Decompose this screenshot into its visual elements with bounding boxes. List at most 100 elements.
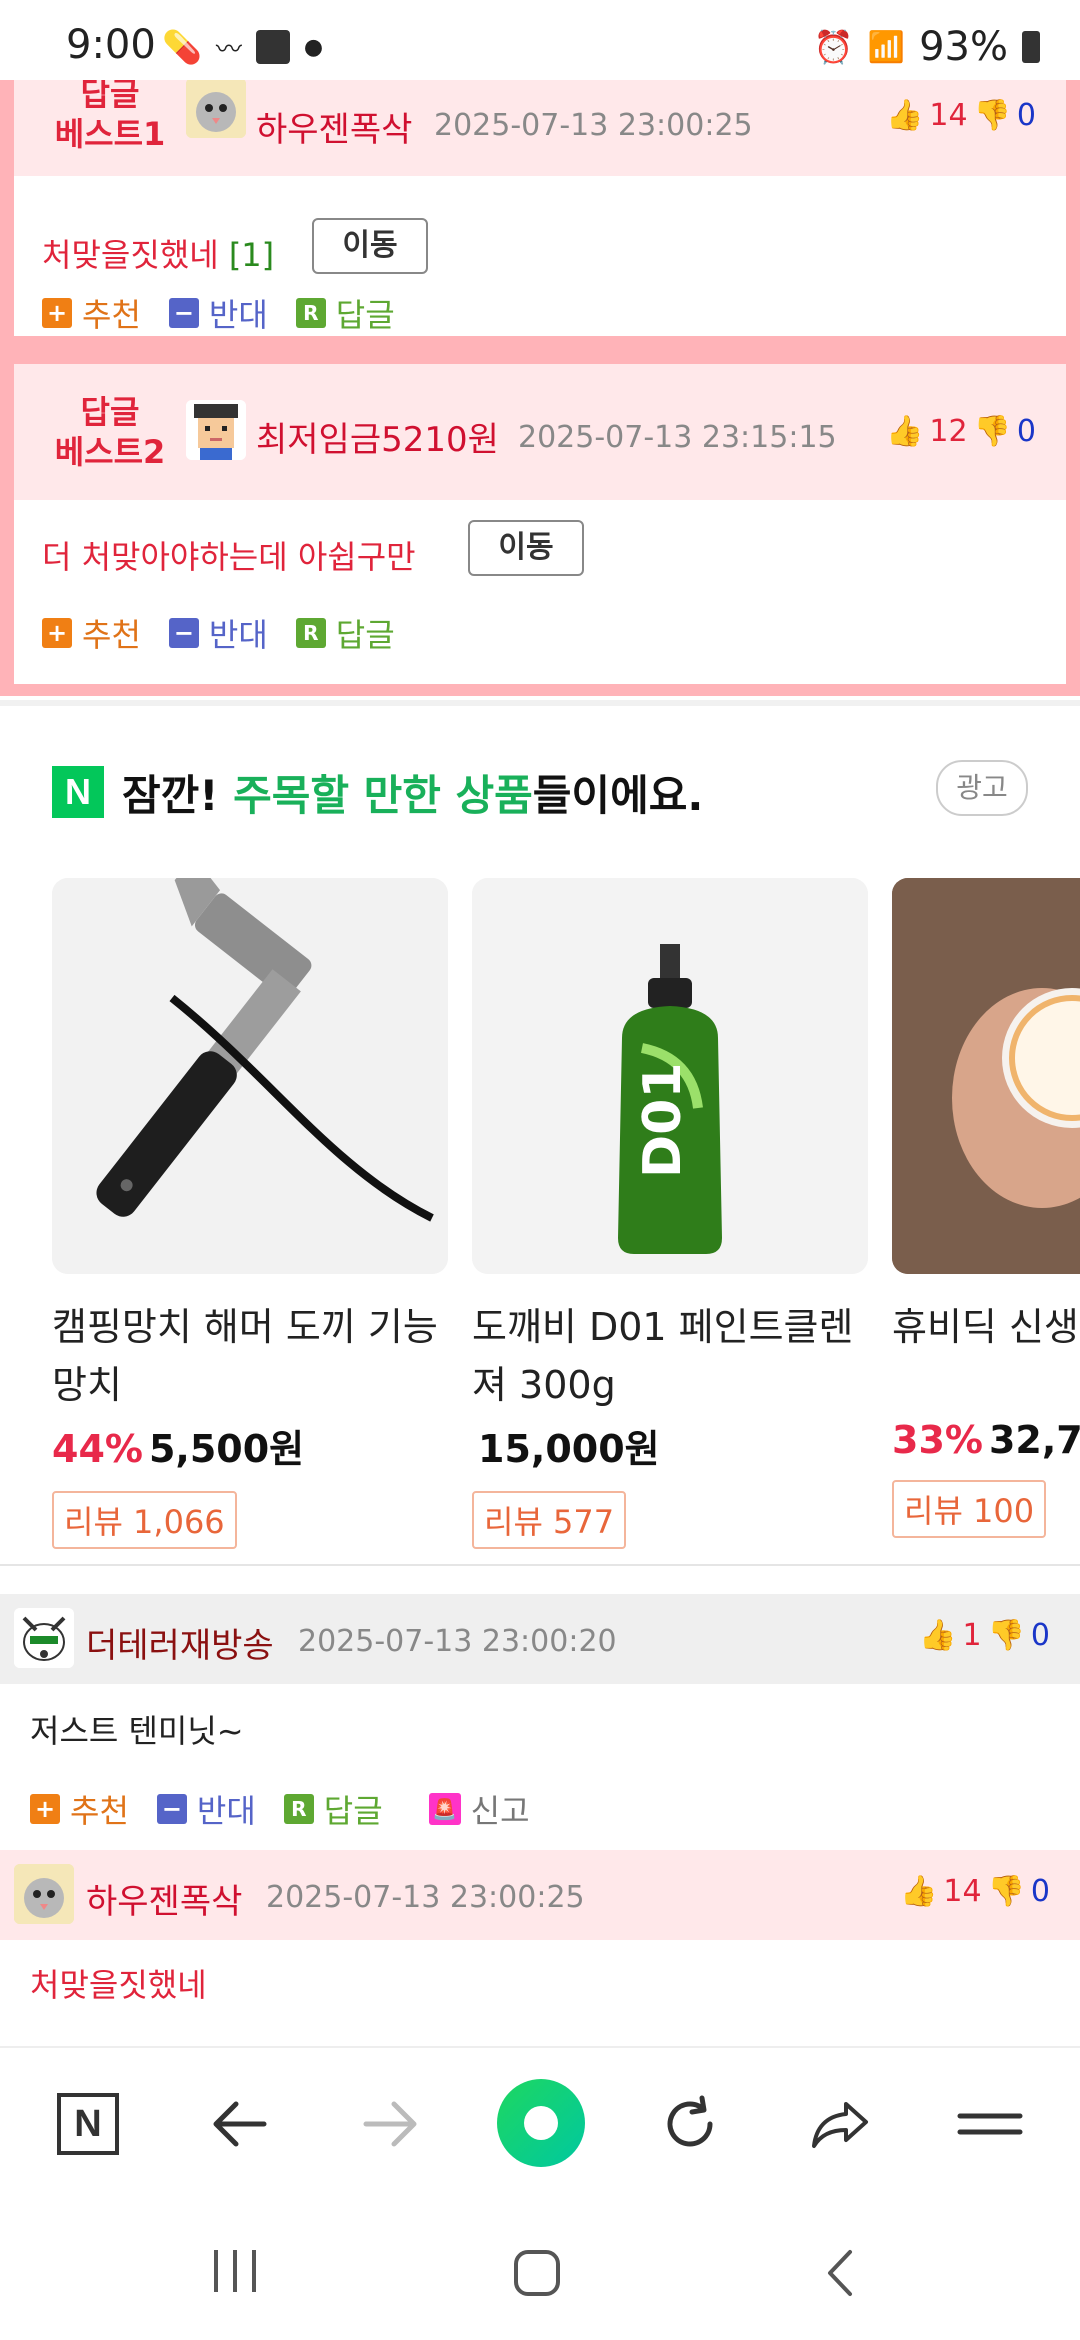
best-tag-line1: 답글 [80, 393, 140, 431]
ad-section: N 잠깐! 주목할 만한 상품들이에요. 광고 캠핑망치 해머 도끼 기능 망치… [0, 700, 1080, 1566]
down-count: 0 [1016, 414, 1036, 449]
thumbs-up-icon: 👍 [900, 1874, 938, 1909]
ad-headline: 잠깐! 주목할 만한 상품들이에요. [122, 762, 703, 823]
move-button[interactable]: 이동 [468, 520, 584, 576]
best-tag-line2: 베스트1 [54, 115, 166, 153]
recent-apps-icon[interactable] [210, 2246, 260, 2296]
product-price-value: 15,000원 [478, 1427, 660, 1471]
oppose-label: 반대 [196, 1792, 256, 1830]
status-bar: 9:00 💊 〰 ● ⏰ 📶 93% [0, 0, 1080, 80]
best-tag-line1: 답글 [80, 75, 140, 113]
share-button[interactable] [800, 2084, 880, 2164]
product-card[interactable]: 캠핑망치 해머 도끼 기능 망치 44% 5,500원 리뷰 1,066 [52, 878, 448, 1549]
up-count: 14 [929, 98, 968, 133]
product-price-value: 32,70 [988, 1418, 1080, 1462]
reply-icon: R [295, 618, 326, 648]
product-name: 휴비딕 신생기 수면 꿀잠 [892, 1305, 1080, 1349]
dot-icon: ● [303, 34, 324, 60]
report-button[interactable]: 🚨 신고 [428, 1786, 530, 1832]
refresh-button[interactable] [650, 2084, 730, 2164]
reply-button[interactable]: R 답글 [283, 1786, 383, 1832]
siren-icon: 🚨 [428, 1793, 461, 1825]
forward-arrow-icon [363, 2101, 417, 2147]
recommend-button[interactable]: + 추천 [42, 610, 141, 656]
system-navigation-bar [0, 2196, 1080, 2340]
headline-post: 들이에요. [532, 771, 704, 820]
thumbs-down-icon: 👎 [987, 1874, 1025, 1909]
down-count: 0 [1030, 1874, 1050, 1909]
comment-text-main: 더 처맞아야하는데 아쉽구만 [42, 538, 416, 576]
best-comment-2: 답글 베스트2 최저임금5210원 2025-07-13 23:15:15 👍 … [14, 364, 1066, 684]
nickname[interactable]: 하우젠폭삭 [256, 102, 412, 151]
review-badge: 리뷰 1,066 [52, 1491, 237, 1549]
vote-counts: 👍 14 👎 0 [900, 1874, 1050, 1909]
product-card[interactable]: D01 도깨비 D01 페인트클렌져 300g 15,000원 리뷰 577 [472, 878, 868, 1549]
thumbs-down-icon: 👎 [987, 1618, 1025, 1653]
review-badge: 리뷰 577 [472, 1491, 627, 1549]
comment-date: 2025-07-13 23:00:25 [434, 108, 753, 143]
wave-icon: 〰 [215, 34, 242, 65]
ad-badge[interactable]: 광고 [936, 760, 1028, 816]
plus-icon: + [42, 618, 72, 648]
comment-date: 2025-07-13 23:00:20 [298, 1624, 617, 1659]
vote-counts: 👍 12 👎 0 [886, 414, 1036, 449]
nickname[interactable]: 최저임금5210원 [256, 412, 499, 461]
thumbs-up-icon: 👍 [886, 98, 924, 133]
thumbs-up-icon: 👍 [919, 1618, 957, 1653]
product-card[interactable]: 휴비딕 신생기 수면 꿀잠 33%32,70 리뷰 100 [892, 878, 1080, 1538]
alarm-icon: ⏰ [813, 28, 854, 66]
forward-button[interactable] [350, 2084, 430, 2164]
back-arrow-icon [213, 2101, 267, 2147]
vote-counts: 👍 1 👎 0 [919, 1618, 1050, 1653]
reply-button[interactable]: R 답글 [295, 610, 395, 656]
avatar[interactable] [14, 1608, 74, 1668]
reply-icon: R [295, 298, 326, 328]
comment-text-main: 처맞을짓했네 [42, 236, 219, 274]
comment-text: 저스트 텐미닛~ [30, 1712, 244, 1750]
reply-button[interactable]: R 답글 [295, 290, 395, 336]
avatar[interactable] [186, 78, 246, 138]
green-circle-icon [497, 2079, 585, 2167]
recommend-label: 추천 [82, 296, 141, 334]
comment-date: 2025-07-13 23:00:25 [266, 1880, 585, 1915]
green-dot-button[interactable] [496, 2078, 586, 2168]
up-count: 14 [943, 1874, 982, 1909]
nickname[interactable]: 더테러재방송 [86, 1618, 274, 1667]
comment-actions: + 추천 − 반대 R 답글 [42, 290, 395, 336]
avatar[interactable] [186, 400, 246, 460]
recommend-button[interactable]: + 추천 [42, 290, 141, 336]
naver-logo-icon: N [52, 766, 104, 818]
product-name: 도깨비 D01 페인트클렌져 300g [472, 1305, 854, 1407]
bottle-label: D01 [633, 1062, 693, 1178]
naver-home-button[interactable]: N [48, 2084, 128, 2164]
battery-text: 93% [919, 24, 1008, 70]
comment-text: 처맞을짓했네 [1] [42, 230, 274, 276]
comment-actions: + 추천 − 반대 R 답글 🚨 신고 [30, 1786, 530, 1832]
review-badge: 리뷰 100 [892, 1480, 1047, 1538]
thumbs-up-icon: 👍 [886, 414, 924, 449]
recommend-button[interactable]: + 추천 [30, 1786, 129, 1832]
oppose-label: 반대 [208, 616, 268, 654]
system-back-icon[interactable] [820, 2248, 860, 2298]
oppose-button[interactable]: − 반대 [168, 610, 268, 656]
browser-toolbar: N [0, 2046, 1080, 2198]
nickname[interactable]: 하우젠폭삭 [86, 1874, 242, 1923]
pill-icon: 💊 [162, 28, 202, 66]
down-count: 0 [1030, 1618, 1050, 1653]
product-price: 44% 5,500원 [52, 1418, 448, 1473]
reply-label: 답글 [335, 296, 395, 334]
recommend-label: 추천 [82, 616, 141, 654]
avatar[interactable] [14, 1864, 74, 1924]
best-comment-header: 답글 베스트2 최저임금5210원 2025-07-13 23:15:15 👍 … [14, 364, 1066, 500]
recommend-label: 추천 [70, 1792, 129, 1830]
battery-icon [1022, 31, 1040, 63]
product-price: 33%32,70 [892, 1418, 1080, 1462]
back-button[interactable] [200, 2084, 280, 2164]
home-icon[interactable] [512, 2248, 562, 2298]
share-icon [812, 2102, 868, 2148]
menu-button[interactable] [950, 2084, 1030, 2164]
move-button[interactable]: 이동 [312, 218, 428, 274]
up-count: 1 [962, 1618, 982, 1653]
oppose-button[interactable]: − 반대 [168, 290, 268, 336]
oppose-button[interactable]: − 반대 [156, 1786, 256, 1832]
